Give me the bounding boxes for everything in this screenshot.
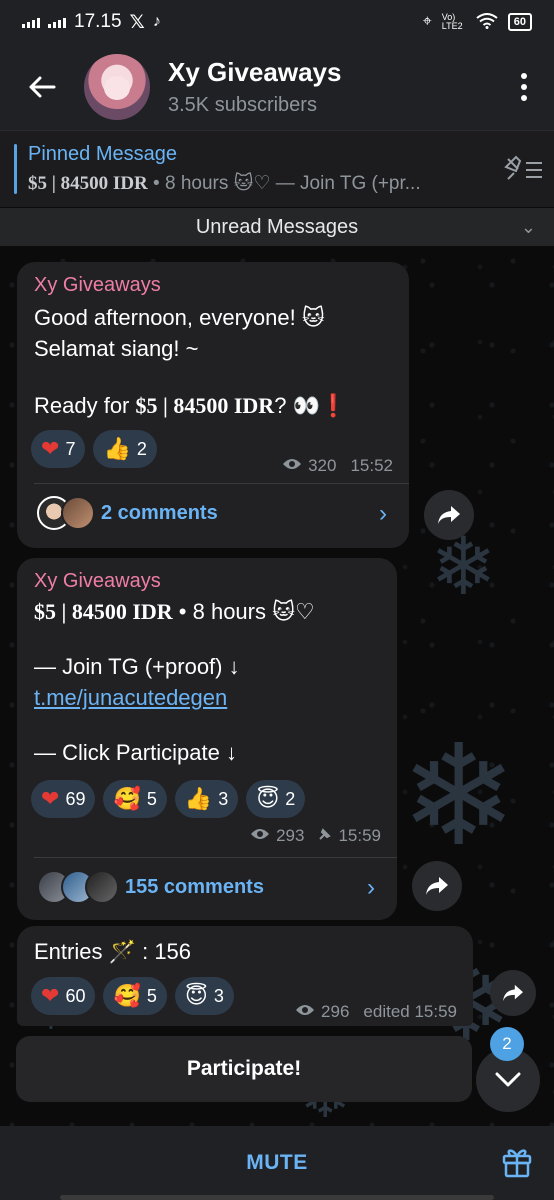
channel-link[interactable]: t.me/junacutedegen xyxy=(34,682,394,713)
reaction-halo[interactable]: 😇 3 xyxy=(174,977,234,1015)
bottom-bar: MUTE xyxy=(0,1126,554,1200)
reactions: ❤ 69 🥰 5 👍 3 😇 2 xyxy=(31,780,306,818)
divider xyxy=(34,483,409,484)
avatar xyxy=(85,870,119,904)
comments-count: 155 comments xyxy=(125,875,264,898)
message-line: Ready for $5 | 84500 IDR? 👀❗ xyxy=(34,393,348,418)
view-count: 320 xyxy=(308,456,337,475)
message-sender: Xy Giveaways xyxy=(34,570,161,592)
pin-list-icon xyxy=(504,155,542,180)
back-button[interactable] xyxy=(0,44,84,130)
clock: 17.15 xyxy=(74,11,122,32)
gesture-bar xyxy=(60,1195,494,1200)
gift-button[interactable] xyxy=(502,1146,532,1183)
message-bubble-3[interactable]: Entries 🪄 : 156 ❤ 60 🥰 5 😇 3 296 edited 15:… xyxy=(17,926,473,1026)
chat-header: Xy Giveaways 3.5K subscribers xyxy=(0,44,554,130)
view-count: 293 xyxy=(276,826,305,845)
message-meta: 296 edited 15:59 xyxy=(295,1002,457,1022)
message-line: Good afternoon, everyone! 🐱 xyxy=(34,305,325,330)
reaction-thumbs-up[interactable]: 👍 2 xyxy=(93,430,157,468)
commenter-avatars xyxy=(37,496,95,530)
pinned-preview: $5 | 84500 IDR • 8 hours 🐱♡ — Join TG (+… xyxy=(28,172,494,195)
eye-icon xyxy=(295,1002,315,1022)
subscriber-count: 3.5K subscribers xyxy=(168,94,317,116)
pinned-label: Pinned Message xyxy=(28,143,177,165)
message-text: Entries 🪄 : 156 xyxy=(34,939,192,964)
share-icon xyxy=(426,877,448,895)
channel-title: Xy Giveaways xyxy=(168,57,342,87)
x-app-icon: 𝕏 xyxy=(129,11,145,33)
reaction-heart[interactable]: ❤ 7 xyxy=(31,430,86,468)
unread-label: Unread Messages xyxy=(195,215,359,238)
location-icon: ⌖ xyxy=(422,13,432,30)
more-options-button[interactable] xyxy=(494,73,554,101)
reaction-thumbs-up[interactable]: 👍 3 xyxy=(174,780,239,818)
network-label: Vo) LTE2 xyxy=(441,12,463,31)
share-button[interactable] xyxy=(490,970,536,1016)
battery-icon: 60 xyxy=(507,13,532,31)
channel-info[interactable]: Xy Giveaways 3.5K subscribers xyxy=(168,57,494,117)
share-button[interactable] xyxy=(412,861,462,911)
avatar xyxy=(61,496,95,530)
view-count: 296 xyxy=(321,1002,350,1021)
mute-button[interactable]: MUTE xyxy=(246,1151,308,1175)
message-sender: Xy Giveaways xyxy=(34,274,161,296)
message-meta: 293 15:59 xyxy=(250,826,381,846)
chevron-right-icon: › xyxy=(379,500,387,527)
signal-icon-2 xyxy=(48,16,66,28)
commenter-avatars xyxy=(37,870,119,904)
arrow-left-icon xyxy=(29,76,56,98)
tiktok-icon: ♪ xyxy=(152,13,161,30)
chevron-down-icon xyxy=(495,1072,521,1087)
pin-icon xyxy=(318,826,332,846)
message-text: $5 | 84500 IDR • 8 hours 🐱♡ — Join TG (+… xyxy=(34,596,394,768)
share-button[interactable] xyxy=(424,490,474,540)
gift-icon xyxy=(502,1149,532,1178)
share-icon xyxy=(438,506,460,524)
pinned-message-bar[interactable]: Pinned Message $5 | 84500 IDR • 8 hours … xyxy=(0,130,554,207)
message-line: $5 | 84500 IDR • 8 hours 🐱♡ xyxy=(34,599,315,624)
reaction-halo[interactable]: 😇 2 xyxy=(246,780,306,818)
wifi-icon xyxy=(476,12,498,32)
pinned-list-button[interactable] xyxy=(494,155,554,183)
share-icon xyxy=(503,984,523,1002)
reaction-smiling-hearts[interactable]: 🥰 5 xyxy=(103,977,167,1015)
eye-icon xyxy=(282,456,302,476)
unread-count-badge: 2 xyxy=(490,1027,524,1061)
pinned-amount: $5 | 84500 IDR xyxy=(28,173,148,194)
message-line: — Click Participate ↓ xyxy=(34,740,237,765)
status-bar: 17.15 𝕏 ♪ ⌖ Vo) LTE2 60 xyxy=(0,0,554,44)
signal-icon xyxy=(22,16,40,28)
comments-link[interactable]: 2 comments xyxy=(37,496,218,530)
chevron-right-icon: › xyxy=(367,874,375,901)
unread-divider: Unread Messages ⌄ xyxy=(0,208,554,246)
pinned-indicator xyxy=(14,144,17,194)
message-meta: 320 15:52 xyxy=(282,456,393,476)
message-time: 15:59 xyxy=(338,826,381,845)
eye-icon xyxy=(250,826,270,846)
channel-avatar[interactable] xyxy=(84,54,150,120)
message-bubble-2[interactable]: Xy Giveaways $5 | 84500 IDR • 8 hours 🐱♡… xyxy=(17,558,397,920)
chevron-down-icon[interactable]: ⌄ xyxy=(521,217,536,238)
reactions: ❤ 60 🥰 5 😇 3 xyxy=(31,977,234,1015)
message-bubble-1[interactable]: Xy Giveaways Good afternoon, everyone! 🐱… xyxy=(17,262,409,548)
reaction-smiling-hearts[interactable]: 🥰 5 xyxy=(103,780,167,818)
comments-link[interactable]: 155 comments xyxy=(37,870,264,904)
pinned-rest: • 8 hours 🐱♡ — Join TG (+pr... xyxy=(147,173,421,194)
reaction-heart[interactable]: ❤ 69 xyxy=(31,780,96,818)
participate-button[interactable]: Participate! xyxy=(16,1036,472,1102)
message-line: — Join TG (+proof) ↓ xyxy=(34,654,240,679)
message-time: edited 15:59 xyxy=(363,1002,457,1021)
message-line: Selamat siang! ~ xyxy=(34,336,199,361)
comments-count: 2 comments xyxy=(101,501,218,524)
reaction-heart[interactable]: ❤ 60 xyxy=(31,977,96,1015)
divider xyxy=(34,857,397,858)
message-time: 15:52 xyxy=(350,456,393,475)
reactions: ❤ 7 👍 2 xyxy=(31,430,157,468)
message-text: Good afternoon, everyone! 🐱 Selamat sian… xyxy=(34,302,404,421)
